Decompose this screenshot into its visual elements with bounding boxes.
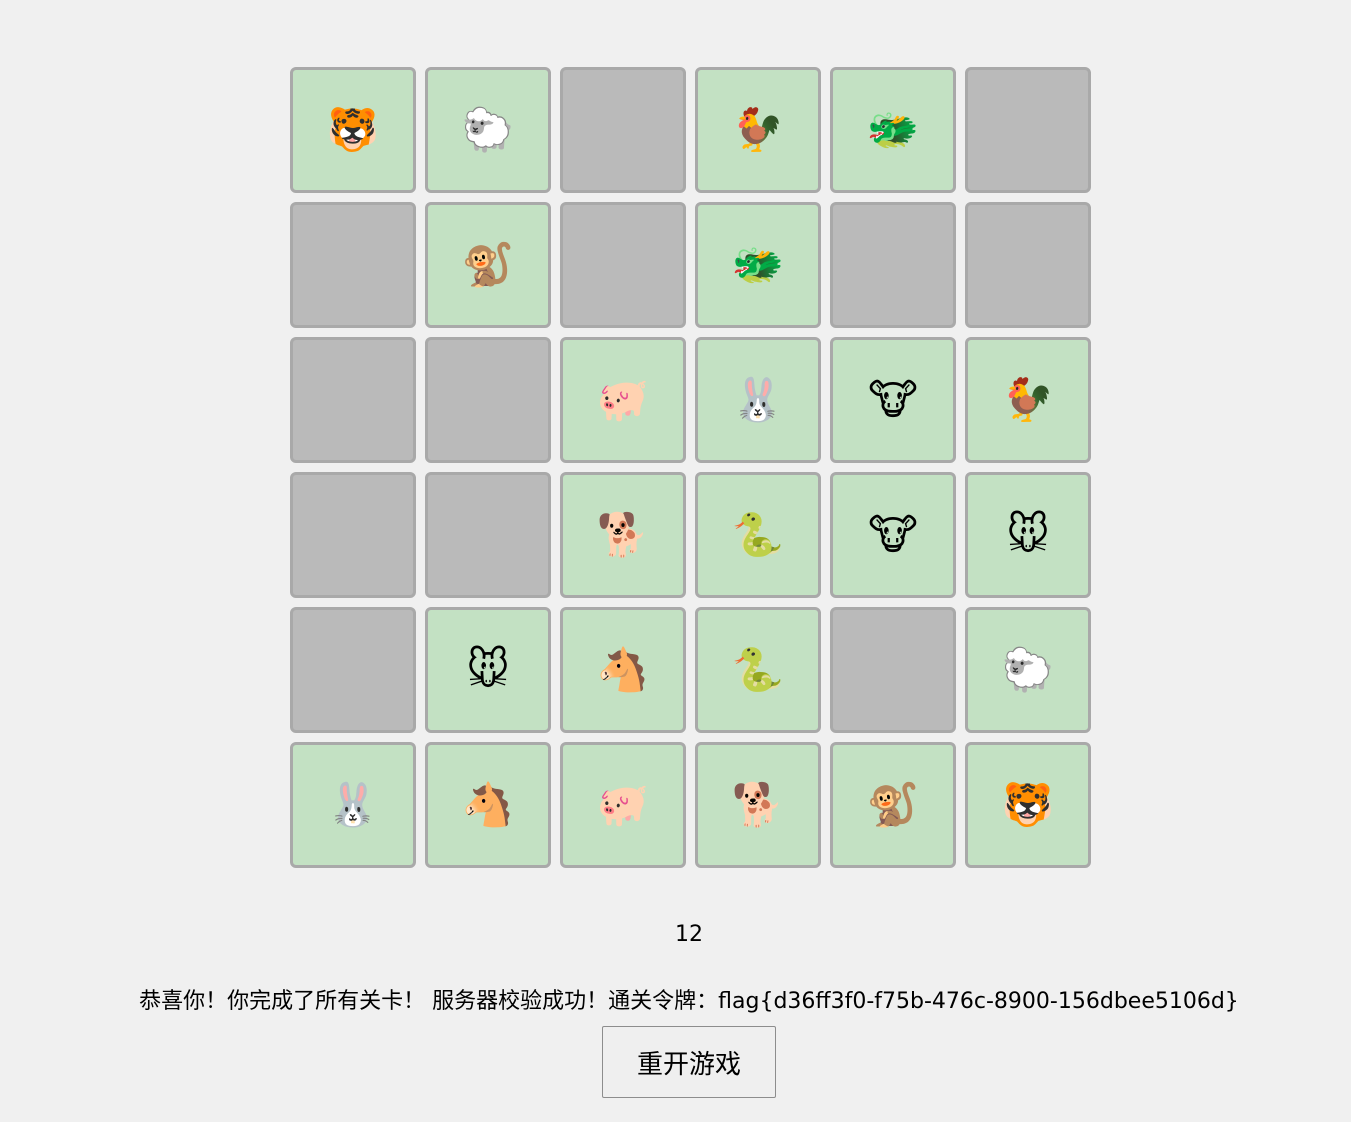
mouse-icon: 🐭: [1006, 510, 1050, 559]
cow-icon: 🐮: [868, 375, 918, 424]
rabbit-icon: 🐰: [731, 375, 785, 424]
revealed-card[interactable]: 🐭: [965, 472, 1091, 598]
snake-icon: 🐍: [731, 510, 785, 559]
revealed-card[interactable]: 🐮: [830, 472, 956, 598]
revealed-card[interactable]: 🐴: [425, 742, 551, 868]
revealed-card[interactable]: 🐕: [695, 742, 821, 868]
revealed-card[interactable]: 🐖: [560, 337, 686, 463]
mouse-icon: 🐭: [466, 645, 510, 694]
hidden-card[interactable]: [290, 202, 416, 328]
revealed-card[interactable]: 🐭: [425, 607, 551, 733]
revealed-card[interactable]: 🐍: [695, 472, 821, 598]
sheep-icon: 🐑: [461, 105, 515, 154]
revealed-card[interactable]: 🐍: [695, 607, 821, 733]
revealed-card[interactable]: 🐯: [965, 742, 1091, 868]
revealed-card[interactable]: 🐒: [830, 742, 956, 868]
revealed-card[interactable]: 🐓: [695, 67, 821, 193]
revealed-card[interactable]: 🐑: [425, 67, 551, 193]
horse-icon: 🐴: [596, 645, 650, 694]
revealed-card[interactable]: 🐖: [560, 742, 686, 868]
hidden-card[interactable]: [830, 202, 956, 328]
revealed-card[interactable]: 🐴: [560, 607, 686, 733]
revealed-card[interactable]: 🐰: [695, 337, 821, 463]
pig-icon: 🐖: [596, 375, 650, 424]
dog-icon: 🐕: [731, 780, 785, 829]
sheep-icon: 🐑: [1001, 645, 1055, 694]
rooster-icon: 🐓: [1001, 375, 1055, 424]
tiger-icon: 🐯: [326, 105, 380, 154]
tiger-icon: 🐯: [1001, 780, 1055, 829]
move-counter: 12: [675, 922, 703, 947]
monkey-icon: 🐒: [866, 780, 920, 829]
revealed-card[interactable]: 🐲: [695, 202, 821, 328]
rooster-icon: 🐓: [731, 105, 785, 154]
success-message: 恭喜你！你完成了所有关卡！ 服务器校验成功！通关令牌：flag{d36ff3f0…: [139, 989, 1239, 1014]
snake-icon: 🐍: [731, 645, 785, 694]
revealed-card[interactable]: 🐑: [965, 607, 1091, 733]
revealed-card[interactable]: 🐰: [290, 742, 416, 868]
rabbit-icon: 🐰: [326, 780, 380, 829]
horse-icon: 🐴: [461, 780, 515, 829]
hidden-card[interactable]: [425, 472, 551, 598]
dragon-icon: 🐲: [866, 105, 920, 154]
restart-game-button[interactable]: 重开游戏: [602, 1026, 776, 1098]
hidden-card[interactable]: [425, 337, 551, 463]
hidden-card[interactable]: [290, 472, 416, 598]
dragon-icon: 🐲: [731, 240, 785, 289]
pig-icon: 🐖: [596, 780, 650, 829]
hidden-card[interactable]: [290, 337, 416, 463]
cow-icon: 🐮: [868, 510, 918, 559]
revealed-card[interactable]: 🐮: [830, 337, 956, 463]
monkey-icon: 🐒: [461, 240, 515, 289]
hidden-card[interactable]: [830, 607, 956, 733]
hidden-card[interactable]: [560, 202, 686, 328]
revealed-card[interactable]: 🐯: [290, 67, 416, 193]
revealed-card[interactable]: 🐓: [965, 337, 1091, 463]
revealed-card[interactable]: 🐕: [560, 472, 686, 598]
hidden-card[interactable]: [290, 607, 416, 733]
dog-icon: 🐕: [596, 510, 650, 559]
game-board: 🐯 🐑 🐓 🐲 🐒 🐲 🐖 🐰 🐮 🐓 🐕 🐍 🐮 🐭 🐭 🐴 🐍 🐑 🐰 🐴 🐖 🐕 🐒 🐯: [290, 67, 1091, 868]
revealed-card[interactable]: 🐒: [425, 202, 551, 328]
hidden-card[interactable]: [560, 67, 686, 193]
hidden-card[interactable]: [965, 202, 1091, 328]
revealed-card[interactable]: 🐲: [830, 67, 956, 193]
hidden-card[interactable]: [965, 67, 1091, 193]
